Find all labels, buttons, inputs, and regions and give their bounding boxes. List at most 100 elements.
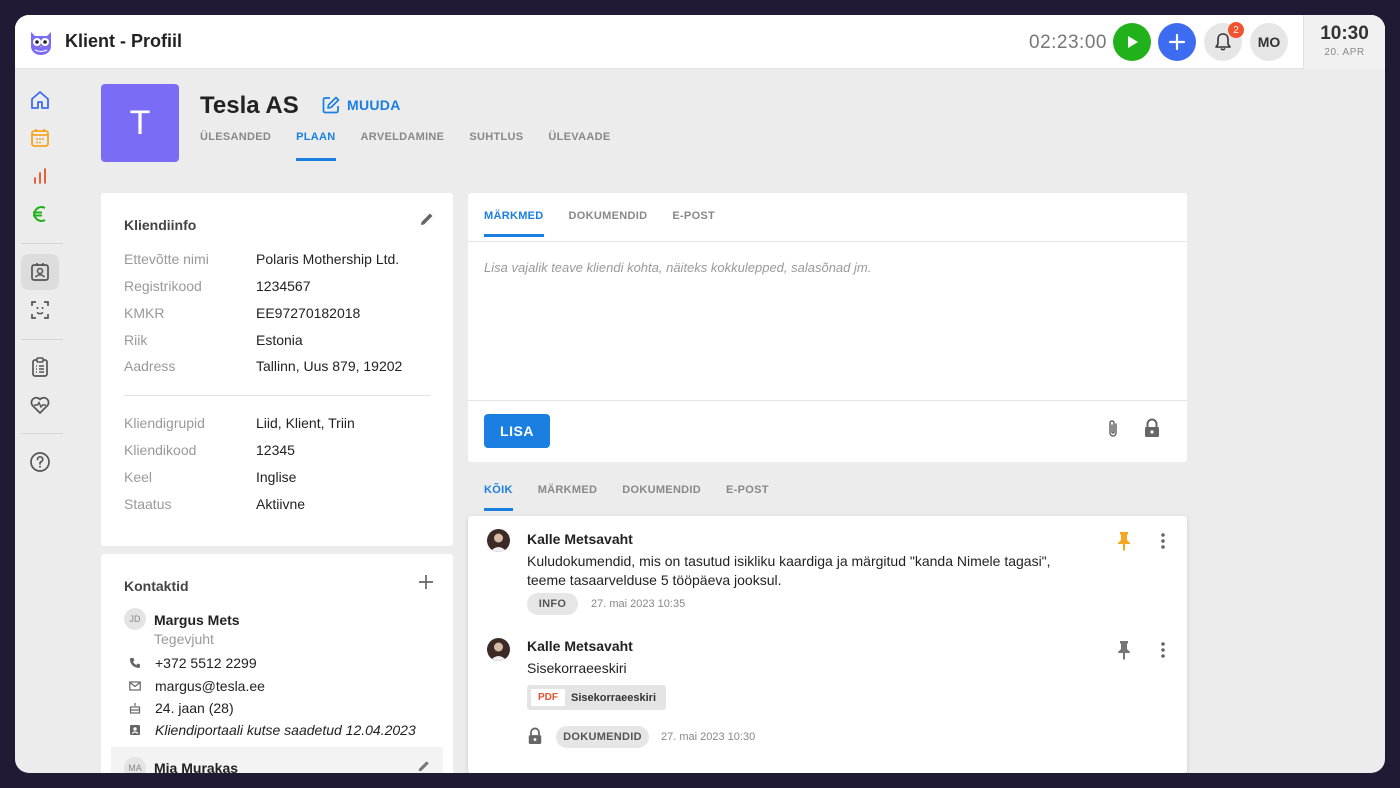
calendar-icon bbox=[31, 129, 49, 147]
sidebar-item-calendar[interactable] bbox=[21, 120, 59, 156]
edit-client-button[interactable]: MUUDA bbox=[321, 95, 401, 115]
clock-date: 20. APR bbox=[1324, 47, 1365, 58]
tab-notes[interactable]: MÄRKMED bbox=[484, 210, 544, 237]
contact-portal-note: Kliendiportaali kutse saadetud 12.04.202… bbox=[129, 722, 416, 738]
contact-email-value[interactable]: margus@tesla.ee bbox=[155, 678, 265, 694]
tab-overview[interactable]: ÜLEVAADE bbox=[548, 131, 610, 161]
home-icon bbox=[31, 91, 49, 109]
info-value: Liid, Klient, Triin bbox=[256, 415, 355, 431]
lock-icon bbox=[528, 727, 542, 744]
info-value: 1234567 bbox=[256, 278, 311, 294]
clock: 10:30 20. APR bbox=[1303, 15, 1385, 69]
euro-icon bbox=[33, 206, 46, 222]
pin-icon[interactable] bbox=[1116, 531, 1132, 551]
notes-card: MÄRKMED DOKUMENDID E-POST Lisa vajalik t… bbox=[468, 193, 1187, 462]
author-avatar bbox=[487, 529, 510, 552]
tab-email[interactable]: E-POST bbox=[672, 210, 715, 237]
bar-chart-icon bbox=[34, 168, 46, 184]
info-label: Aadress bbox=[124, 358, 176, 374]
paperclip-icon[interactable] bbox=[1105, 418, 1121, 440]
phone-icon bbox=[130, 658, 140, 668]
pencil-icon[interactable] bbox=[419, 211, 435, 227]
info-value: Tallinn, Uus 879, 19202 bbox=[256, 358, 403, 374]
plus-icon bbox=[1168, 33, 1186, 51]
divider bbox=[124, 395, 430, 396]
tab-billing[interactable]: ARVELDAMINE bbox=[361, 131, 445, 161]
pin-icon[interactable] bbox=[1116, 640, 1132, 660]
info-label: Staatus bbox=[124, 496, 172, 512]
info-value: Inglise bbox=[256, 469, 297, 485]
info-label: Keel bbox=[124, 469, 153, 485]
contacts-title: Kontaktid bbox=[124, 578, 189, 594]
info-label: Kliendigrupid bbox=[124, 415, 205, 431]
sidebar-item-home[interactable] bbox=[21, 82, 59, 118]
sidebar-item-help[interactable] bbox=[21, 444, 59, 480]
divider bbox=[468, 400, 1187, 401]
tab-email[interactable]: E-POST bbox=[726, 484, 769, 511]
feed-tabs: KÕIK MÄRKMED DOKUMENDID E-POST bbox=[484, 484, 794, 511]
info-value: Aktiivne bbox=[256, 496, 306, 512]
sidebar-divider bbox=[21, 339, 63, 340]
add-contact-icon[interactable] bbox=[418, 574, 434, 590]
contact-birthday-value: 24. jaan (28) bbox=[155, 700, 234, 716]
sidebar-divider bbox=[21, 433, 63, 434]
sidebar-item-face-scan[interactable] bbox=[21, 292, 59, 328]
sidebar-item-reports[interactable] bbox=[21, 158, 59, 194]
lock-icon[interactable] bbox=[1143, 417, 1161, 439]
person-photo-icon bbox=[490, 533, 507, 552]
contact-card-icon bbox=[31, 263, 49, 281]
window-title: Klient - Profiil bbox=[65, 31, 182, 51]
page-title: Tesla AS bbox=[200, 92, 299, 119]
start-timer-button[interactable] bbox=[1113, 23, 1151, 61]
add-button[interactable] bbox=[1158, 23, 1196, 61]
sidebar-item-clients[interactable] bbox=[21, 254, 59, 290]
sidebar-item-health[interactable] bbox=[21, 387, 59, 423]
sidebar-item-tasks[interactable] bbox=[21, 349, 59, 385]
contact-phone-value[interactable]: +372 5512 2299 bbox=[155, 655, 257, 671]
divider bbox=[468, 241, 1187, 242]
sidebar-item-billing[interactable] bbox=[21, 196, 59, 232]
more-options-icon[interactable] bbox=[1160, 641, 1166, 659]
contact-item[interactable]: MA Mia Murakas bbox=[111, 747, 443, 773]
note-tag: INFO bbox=[527, 593, 578, 615]
mail-icon bbox=[129, 681, 141, 691]
note-author: Kalle Metsavaht bbox=[527, 638, 633, 654]
profile-tabs: ÜLESANDED PLAAN ARVELDAMINE SUHTLUS ÜLEV… bbox=[200, 131, 635, 161]
info-value: 12345 bbox=[256, 442, 295, 458]
info-label: KMKR bbox=[124, 305, 165, 321]
info-value: EE97270182018 bbox=[256, 305, 361, 321]
author-avatar bbox=[487, 638, 510, 661]
contact-name: Mia Murakas bbox=[154, 760, 239, 773]
client-info-card: Kliendiinfo Ettevõtte nimi Polaris Mothe… bbox=[101, 193, 453, 546]
user-avatar-button[interactable]: MO bbox=[1250, 23, 1288, 61]
add-note-button[interactable]: LISA bbox=[484, 414, 550, 448]
pdf-attachment[interactable]: PDF Sisekorraeeskiri bbox=[527, 685, 667, 710]
tab-communication[interactable]: SUHTLUS bbox=[469, 131, 523, 161]
pencil-icon[interactable] bbox=[417, 759, 431, 773]
more-options-icon[interactable] bbox=[1160, 532, 1166, 550]
contact-email: margus@tesla.ee bbox=[129, 678, 265, 694]
badge-icon bbox=[130, 725, 140, 735]
tab-plan[interactable]: PLAAN bbox=[296, 131, 336, 161]
contact-avatar: MA bbox=[124, 757, 146, 773]
tab-documents[interactable]: DOKUMENDID bbox=[569, 210, 648, 237]
play-icon bbox=[1128, 36, 1138, 48]
tab-tasks[interactable]: ÜLESANDED bbox=[200, 131, 271, 161]
contact-birthday: 24. jaan (28) bbox=[129, 700, 234, 716]
contacts-card: Kontaktid JD Margus Mets Tegevjuht +372 … bbox=[101, 554, 453, 773]
info-label: Registrikood bbox=[124, 278, 202, 294]
tab-notes[interactable]: MÄRKMED bbox=[538, 484, 598, 511]
tab-all[interactable]: KÕIK bbox=[484, 484, 513, 511]
contact-role: Tegevjuht bbox=[154, 631, 214, 647]
note-input[interactable]: Lisa vajalik teave kliendi kohta, näitek… bbox=[484, 260, 871, 275]
sidebar bbox=[15, 69, 69, 773]
heart-pulse-icon bbox=[30, 396, 50, 414]
edit-icon bbox=[322, 96, 340, 114]
clipboard-icon bbox=[32, 357, 48, 377]
person-photo-icon bbox=[490, 642, 507, 661]
tab-documents[interactable]: DOKUMENDID bbox=[622, 484, 701, 511]
help-icon bbox=[30, 452, 50, 472]
notification-count-badge: 2 bbox=[1228, 22, 1244, 38]
note-tag: DOKUMENDID bbox=[556, 726, 649, 748]
owl-logo-icon bbox=[31, 32, 51, 55]
